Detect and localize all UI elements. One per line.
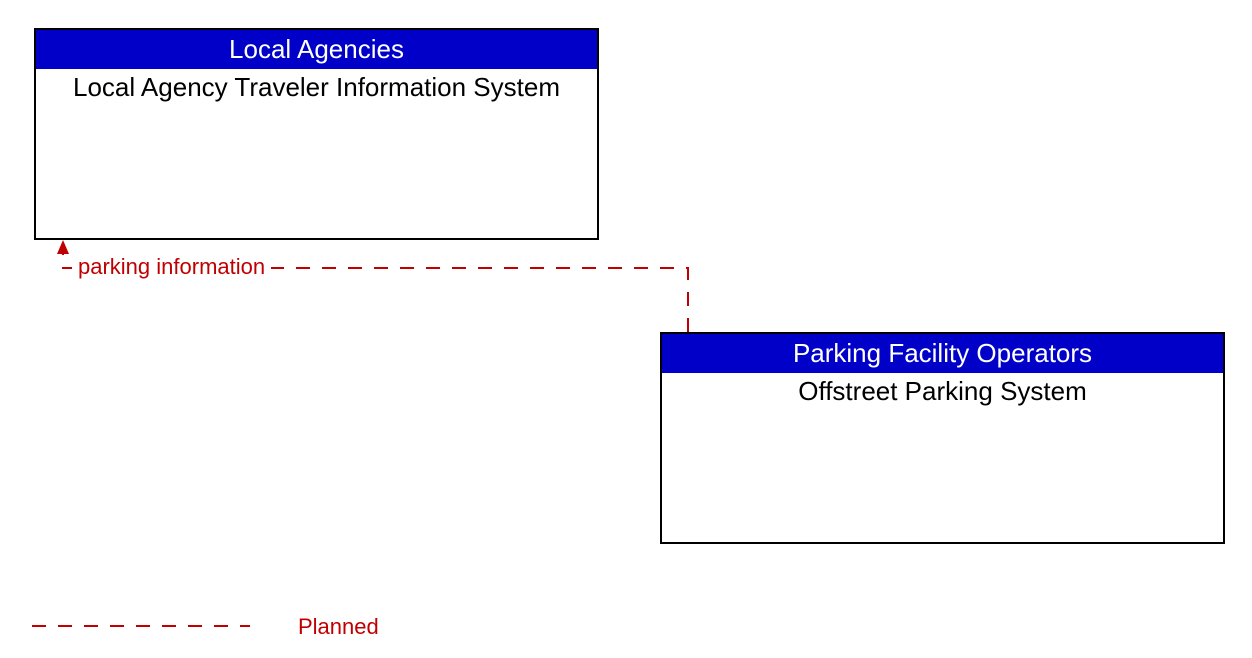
flow-parking-information-label: parking information	[72, 254, 271, 280]
box-parking-operators-body: Offstreet Parking System	[662, 373, 1223, 411]
box-local-agencies-header: Local Agencies	[36, 30, 597, 69]
box-parking-operators-header: Parking Facility Operators	[662, 334, 1223, 373]
box-parking-operators: Parking Facility Operators Offstreet Par…	[660, 332, 1225, 544]
box-local-agencies-body: Local Agency Traveler Information System	[36, 69, 597, 107]
legend-planned-label: Planned	[298, 614, 379, 640]
flow-parking-information-arrowhead	[57, 240, 69, 254]
box-local-agencies: Local Agencies Local Agency Traveler Inf…	[34, 28, 599, 240]
